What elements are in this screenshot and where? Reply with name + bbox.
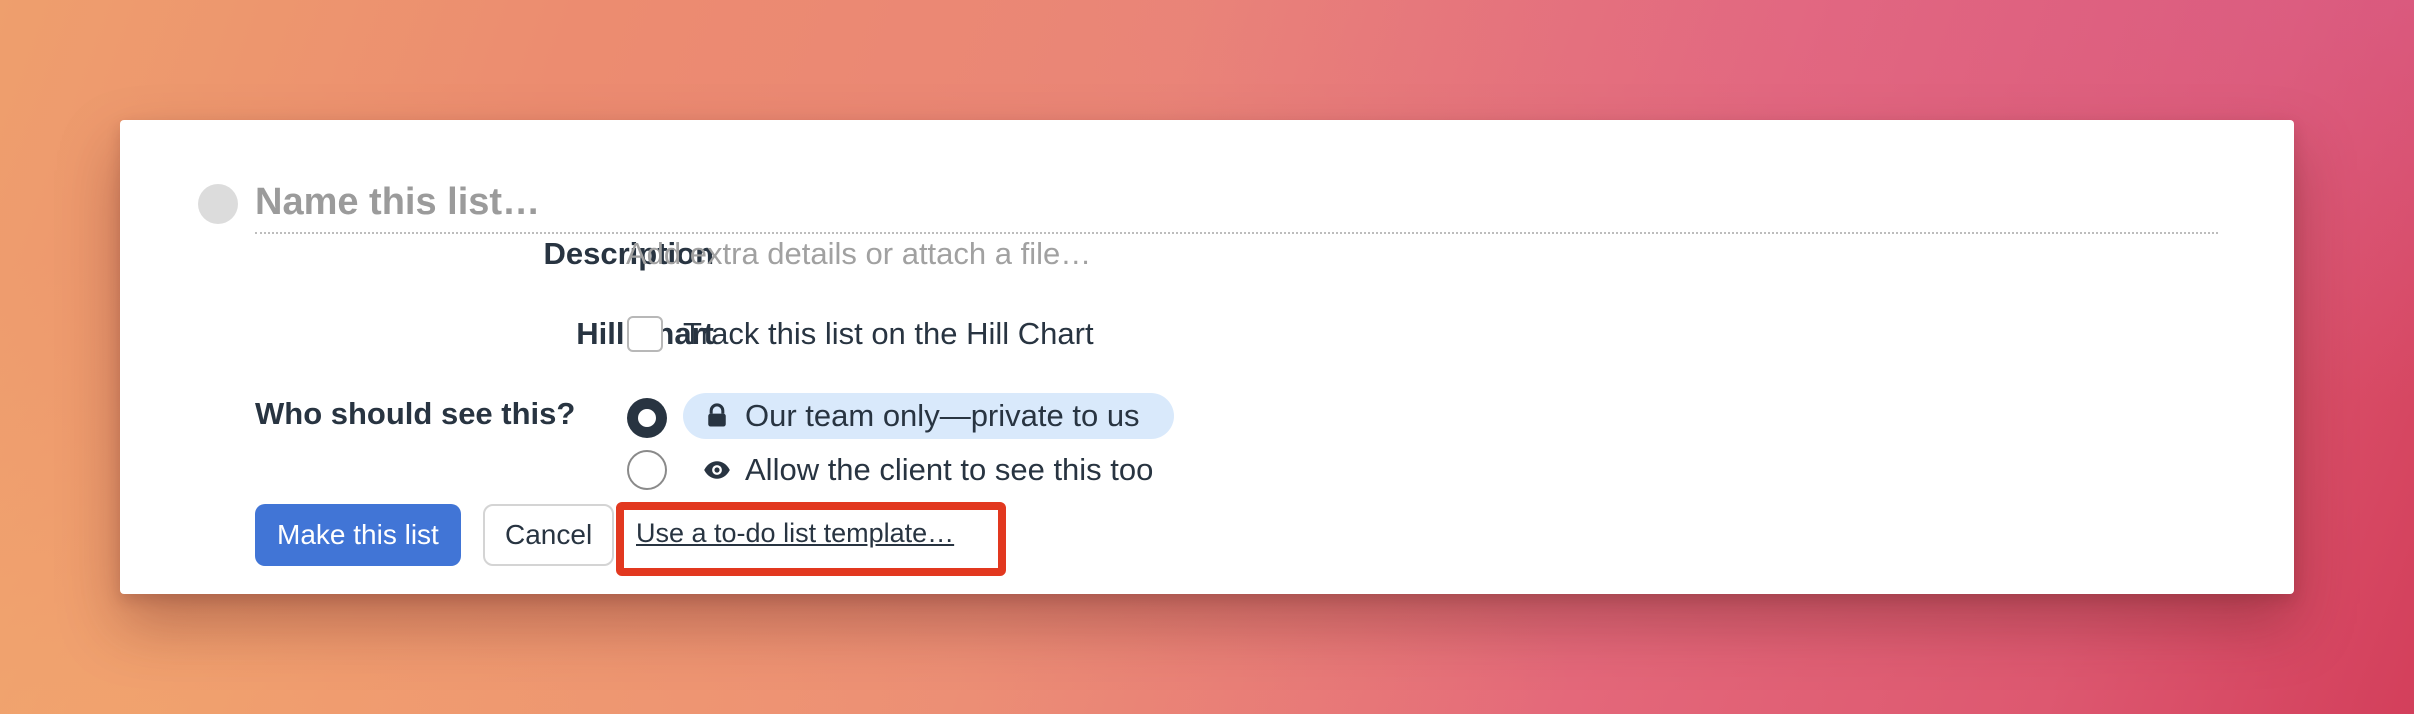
template-link-highlight: Use a to-do list template… (616, 502, 1006, 576)
visibility-option-client-label: Allow the client to see this too (745, 452, 1154, 487)
make-list-button[interactable]: Make this list (255, 504, 461, 566)
list-name-input[interactable] (255, 172, 2218, 234)
visibility-option-client[interactable]: Allow the client to see this too (683, 447, 1173, 493)
visibility-radio-private[interactable] (627, 398, 667, 438)
visibility-radio-client[interactable] (627, 450, 667, 490)
title-row (198, 160, 2218, 234)
list-status-dot (198, 184, 238, 224)
cancel-button[interactable]: Cancel (483, 504, 615, 566)
eye-icon (703, 456, 731, 484)
visibility-option-private[interactable]: Our team only—private to us (683, 393, 1174, 439)
new-list-form: Description Hill Chart Track this list o… (120, 120, 2294, 594)
visibility-label: Who should see this? (255, 396, 576, 431)
visibility-option-private-label: Our team only—private to us (745, 398, 1140, 433)
hill-chart-checkbox-label[interactable]: Track this list on the Hill Chart (683, 316, 1094, 352)
use-template-link[interactable]: Use a to-do list template… (636, 518, 954, 549)
lock-icon (703, 402, 731, 430)
hill-chart-checkbox[interactable] (627, 316, 663, 352)
description-input[interactable] (626, 232, 2126, 276)
